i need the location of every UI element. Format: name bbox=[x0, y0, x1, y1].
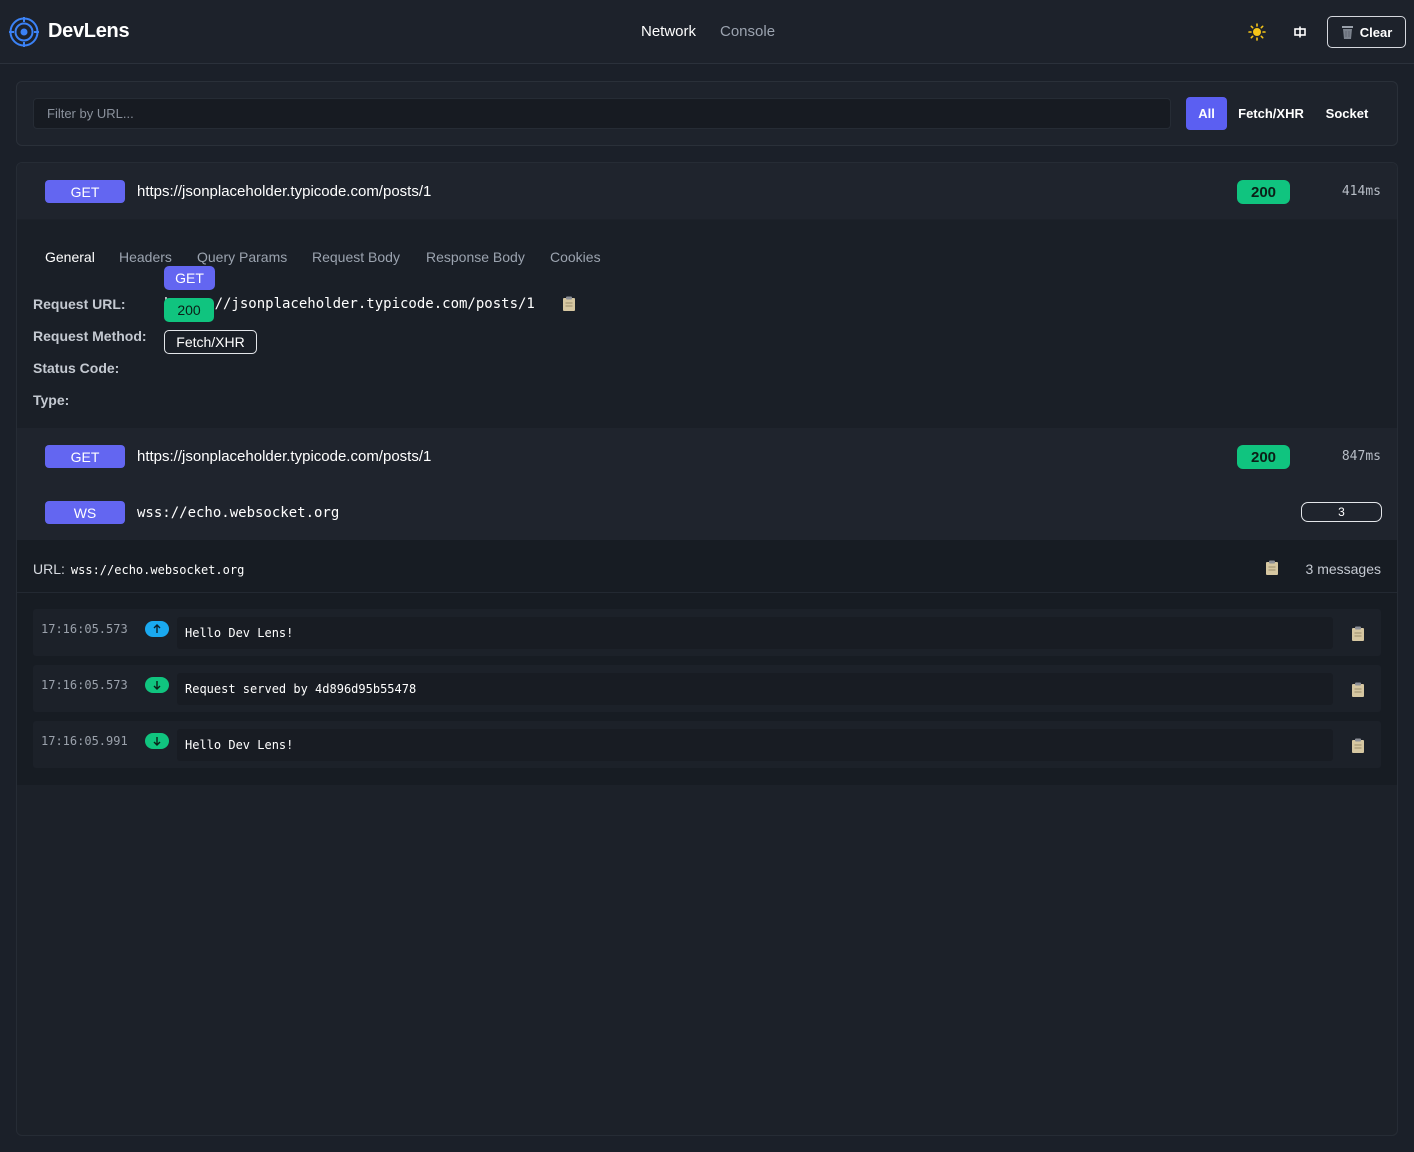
method-badge: GET bbox=[45, 445, 125, 468]
copy-icon[interactable] bbox=[1351, 682, 1365, 698]
method-badge: GET bbox=[45, 180, 125, 203]
tab-response-body[interactable]: Response Body bbox=[426, 249, 525, 265]
tab-headers[interactable]: Headers bbox=[119, 249, 172, 265]
filter-fetch-xhr-button[interactable]: Fetch/XHR bbox=[1233, 97, 1309, 130]
copy-icon[interactable] bbox=[1351, 626, 1365, 642]
request-url-value: https://jsonplaceholder.typicode.com/pos… bbox=[164, 296, 535, 312]
message-time: 17:16:05.573 bbox=[41, 622, 128, 636]
layout-toggle-button[interactable] bbox=[1290, 22, 1310, 42]
tab-request-body[interactable]: Request Body bbox=[312, 249, 400, 265]
message-row: 17:16:05.573 Hello Dev Lens! bbox=[33, 609, 1381, 656]
type-label: Type: bbox=[33, 392, 70, 408]
tab-general[interactable]: General bbox=[45, 249, 95, 265]
socket-url-label: URL: bbox=[33, 561, 65, 577]
request-method-label: Request Method: bbox=[33, 328, 147, 344]
divider bbox=[17, 592, 1397, 593]
sun-icon bbox=[1248, 23, 1266, 41]
received-arrow-icon bbox=[145, 733, 169, 749]
request-row[interactable]: GET https://jsonplaceholder.typicode.com… bbox=[17, 163, 1397, 219]
request-url: https://jsonplaceholder.typicode.com/pos… bbox=[137, 183, 432, 200]
trash-icon bbox=[1341, 25, 1353, 39]
url-filter-input[interactable] bbox=[33, 98, 1171, 129]
copy-icon[interactable] bbox=[562, 296, 576, 312]
filter-bar: All Fetch/XHR Socket bbox=[16, 81, 1398, 146]
method-value-badge: GET bbox=[164, 266, 215, 290]
tab-cookies[interactable]: Cookies bbox=[550, 249, 601, 265]
message-time: 17:16:05.991 bbox=[41, 734, 128, 748]
message-text: Hello Dev Lens! bbox=[177, 617, 1333, 649]
sent-arrow-icon bbox=[145, 621, 169, 637]
filter-all-button[interactable]: All bbox=[1186, 97, 1227, 130]
clear-button[interactable]: Clear bbox=[1327, 16, 1406, 48]
request-duration: 414ms bbox=[1341, 184, 1381, 199]
filter-socket-button[interactable]: Socket bbox=[1319, 97, 1375, 130]
message-row: 17:16:05.573 Request served by 4d896d95b… bbox=[33, 665, 1381, 712]
type-value-badge: Fetch/XHR bbox=[164, 330, 257, 354]
request-duration: 847ms bbox=[1341, 449, 1381, 464]
copy-icon[interactable] bbox=[1265, 560, 1279, 576]
request-details-panel: General Headers Query Params Request Bod… bbox=[17, 220, 1397, 428]
request-url: https://jsonplaceholder.typicode.com/pos… bbox=[137, 448, 432, 465]
socket-row[interactable]: WS wss://echo.websocket.org bbox=[17, 484, 1397, 540]
status-value-badge: 200 bbox=[164, 298, 214, 322]
status-badge: 200 bbox=[1237, 445, 1290, 469]
message-row: 17:16:05.991 Hello Dev Lens! bbox=[33, 721, 1381, 768]
message-count-badge: 3 bbox=[1301, 502, 1382, 522]
method-badge: WS bbox=[45, 501, 125, 524]
request-list: GET https://jsonplaceholder.typicode.com… bbox=[16, 162, 1398, 1136]
request-row[interactable]: GET https://jsonplaceholder.typicode.com… bbox=[17, 428, 1397, 484]
tab-query-params[interactable]: Query Params bbox=[197, 249, 287, 265]
received-arrow-icon bbox=[145, 677, 169, 693]
socket-details-panel: URL: wss://echo.websocket.org 3 messages … bbox=[17, 540, 1397, 785]
message-time: 17:16:05.573 bbox=[41, 678, 128, 692]
socket-url-value: wss://echo.websocket.org bbox=[70, 563, 245, 577]
status-badge: 200 bbox=[1237, 180, 1290, 204]
message-text: Hello Dev Lens! bbox=[177, 729, 1333, 761]
app-title: DevLens bbox=[48, 20, 130, 42]
tab-network[interactable]: Network bbox=[641, 23, 696, 40]
socket-url-line: URL: wss://echo.websocket.org bbox=[33, 561, 244, 577]
theme-toggle-button[interactable] bbox=[1247, 22, 1267, 42]
split-layout-icon bbox=[1294, 26, 1306, 38]
clear-button-label: Clear bbox=[1359, 24, 1393, 40]
request-url-label: Request URL: bbox=[33, 296, 126, 312]
message-text: Request served by 4d896d95b55478 bbox=[177, 673, 1333, 705]
top-bar: DevLens Network Console Clear bbox=[0, 0, 1414, 64]
tab-console[interactable]: Console bbox=[720, 23, 775, 40]
request-url: wss://echo.websocket.org bbox=[137, 505, 340, 521]
devlens-logo-icon bbox=[9, 17, 39, 47]
message-count-label: 3 messages bbox=[1305, 561, 1381, 577]
copy-icon[interactable] bbox=[1351, 738, 1365, 754]
status-code-label: Status Code: bbox=[33, 360, 120, 376]
